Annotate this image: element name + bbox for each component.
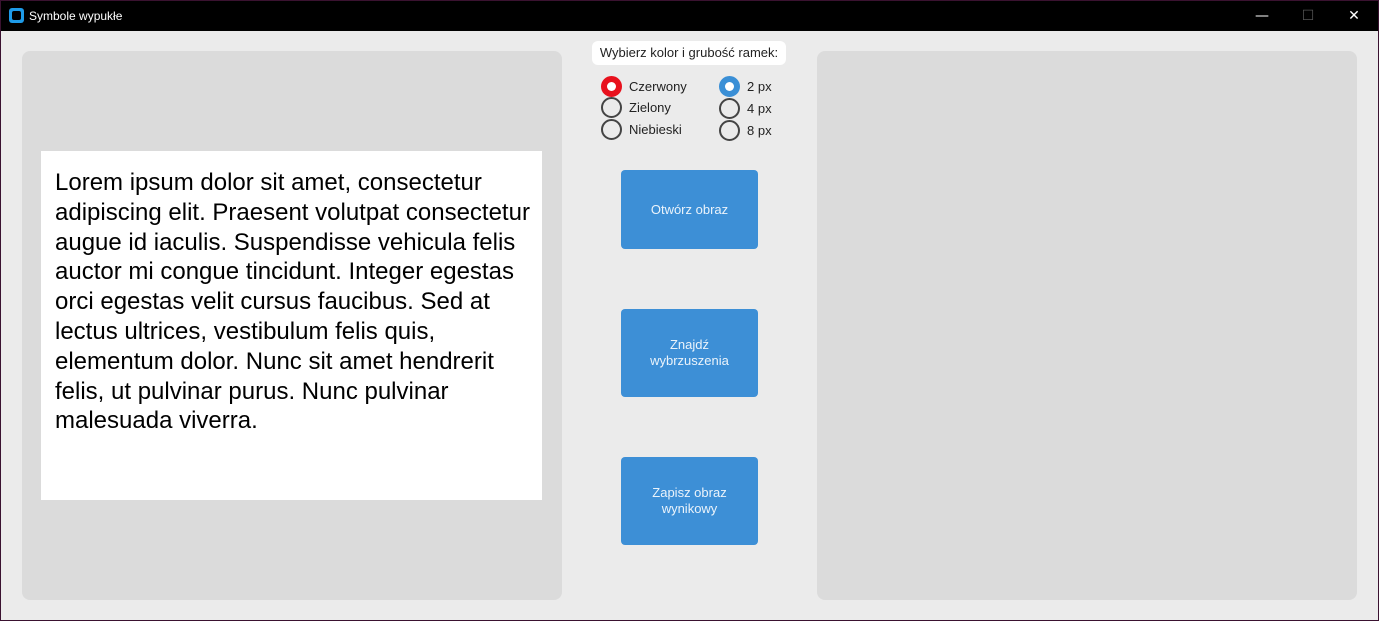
radio-circle[interactable]: [601, 75, 622, 97]
maximize-icon[interactable]: ☐: [1285, 1, 1331, 31]
options-label: Wybierz kolor i grubość ramek:: [592, 41, 786, 65]
radio-label: Zielony: [629, 99, 671, 115]
radio-circle[interactable]: [719, 119, 740, 141]
radio-color-red[interactable]: Czerwony: [601, 75, 687, 97]
radio-label: 4 px: [747, 100, 772, 116]
app-window: Symbole wypukłe — ☐ ✕ Lorem ipsum dolor …: [0, 0, 1379, 621]
title-bar: Symbole wypukłe — ☐ ✕: [1, 1, 1378, 31]
open-image-button[interactable]: Otwórz obraz: [621, 170, 758, 249]
radio-color-green[interactable]: Zielony: [601, 96, 671, 118]
save-result-button[interactable]: Zapisz obraz wynikowy: [621, 457, 758, 545]
minimize-icon[interactable]: —: [1239, 1, 1285, 31]
radio-circle[interactable]: [719, 75, 740, 97]
close-icon[interactable]: ✕: [1331, 1, 1377, 31]
find-bulges-button[interactable]: Znajdź wybrzuszenia: [621, 309, 758, 397]
radio-circle[interactable]: [601, 96, 622, 118]
radio-color-blue[interactable]: Niebieski: [601, 118, 682, 140]
image-text: Lorem ipsum dolor sit amet, consectetur …: [55, 169, 530, 435]
output-image-panel: [817, 51, 1357, 600]
app-icon: [9, 8, 24, 23]
radio-label: 8 px: [747, 122, 772, 138]
radio-circle[interactable]: [601, 118, 622, 140]
radio-circle[interactable]: [719, 97, 740, 119]
radio-thickness-4px[interactable]: 4 px: [719, 97, 772, 119]
radio-label: Niebieski: [629, 121, 682, 137]
radio-thickness-8px[interactable]: 8 px: [719, 119, 772, 141]
input-image: Lorem ipsum dolor sit amet, consectetur …: [41, 151, 542, 500]
radio-label: 2 px: [747, 78, 772, 94]
radio-thickness-2px[interactable]: 2 px: [719, 75, 772, 97]
window-title: Symbole wypukłe: [29, 9, 123, 23]
radio-label: Czerwony: [629, 78, 687, 94]
